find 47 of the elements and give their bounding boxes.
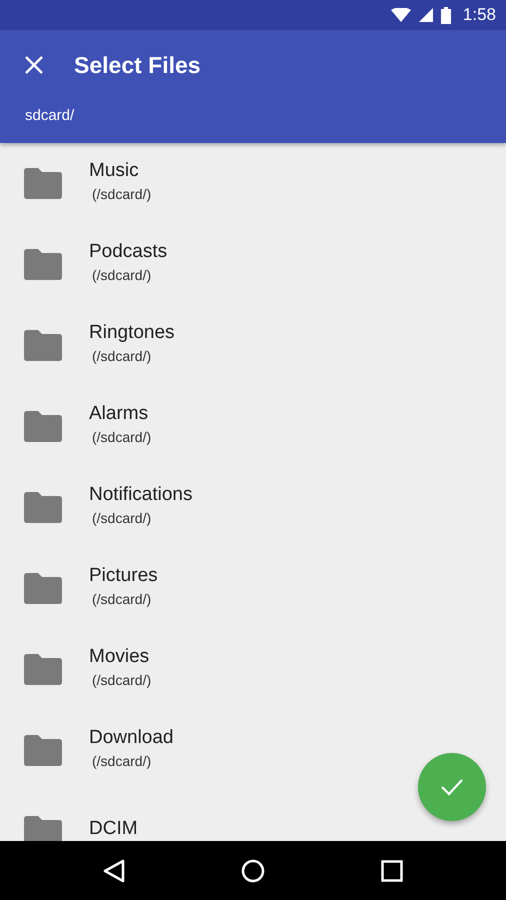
folder-item[interactable]: DCIM bbox=[0, 791, 506, 841]
folder-name: Notifications bbox=[89, 484, 192, 506]
check-icon bbox=[440, 778, 464, 796]
folder-name: DCIM bbox=[89, 818, 138, 840]
folder-icon bbox=[24, 330, 62, 361]
folder-icon bbox=[24, 735, 62, 766]
folder-path: (/sdcard/) bbox=[92, 672, 152, 688]
folder-icon bbox=[24, 654, 62, 685]
folder-item[interactable]: Download (/sdcard/) bbox=[0, 710, 506, 791]
folder-path: (/sdcard/) bbox=[92, 348, 152, 364]
folder-name: Alarms bbox=[89, 402, 150, 424]
folder-item[interactable]: Movies (/sdcard/) bbox=[0, 629, 506, 710]
folder-item[interactable]: Podcasts (/sdcard/) bbox=[0, 224, 506, 305]
folder-path: (/sdcard/) bbox=[92, 266, 152, 282]
folder-icon bbox=[24, 168, 62, 199]
folder-icon bbox=[24, 492, 62, 523]
back-icon[interactable] bbox=[103, 858, 125, 882]
folder-item[interactable]: Ringtones (/sdcard/) bbox=[0, 305, 506, 386]
wifi-icon bbox=[390, 8, 411, 22]
folder-path: (/sdcard/) bbox=[92, 186, 152, 202]
folder-path: (/sdcard/) bbox=[92, 510, 152, 526]
folder-name: Download bbox=[89, 726, 174, 748]
folder-path: (/sdcard/) bbox=[92, 428, 152, 444]
folder-name: Ringtones bbox=[89, 322, 175, 344]
close-button[interactable] bbox=[25, 56, 43, 74]
folder-icon bbox=[24, 249, 62, 280]
recents-icon[interactable] bbox=[381, 860, 403, 882]
folder-name: Pictures bbox=[89, 564, 158, 586]
folder-item[interactable]: Alarms (/sdcard/) bbox=[0, 386, 506, 467]
folder-name: Movies bbox=[89, 646, 150, 668]
path-text: sdcard/ bbox=[25, 107, 74, 124]
battery-icon bbox=[440, 6, 451, 24]
folder-icon bbox=[24, 816, 62, 841]
clock-text: 1:58 bbox=[462, 5, 496, 25]
signal-icon bbox=[418, 8, 433, 22]
folder-item[interactable]: Notifications (/sdcard/) bbox=[0, 467, 506, 548]
folder-item[interactable]: Pictures (/sdcard/) bbox=[0, 548, 506, 629]
folder-item[interactable]: Music (/sdcard/) bbox=[0, 143, 506, 224]
folder-icon bbox=[24, 411, 62, 442]
close-icon bbox=[25, 56, 43, 74]
screen-title: Select Files bbox=[74, 52, 201, 78]
folder-name: Podcasts bbox=[89, 240, 168, 262]
folder-path: (/sdcard/) bbox=[92, 590, 152, 606]
folder-icon bbox=[24, 573, 62, 604]
folder-name: Music bbox=[89, 160, 140, 182]
home-icon[interactable] bbox=[241, 858, 265, 882]
folder-path: (/sdcard/) bbox=[92, 752, 152, 768]
